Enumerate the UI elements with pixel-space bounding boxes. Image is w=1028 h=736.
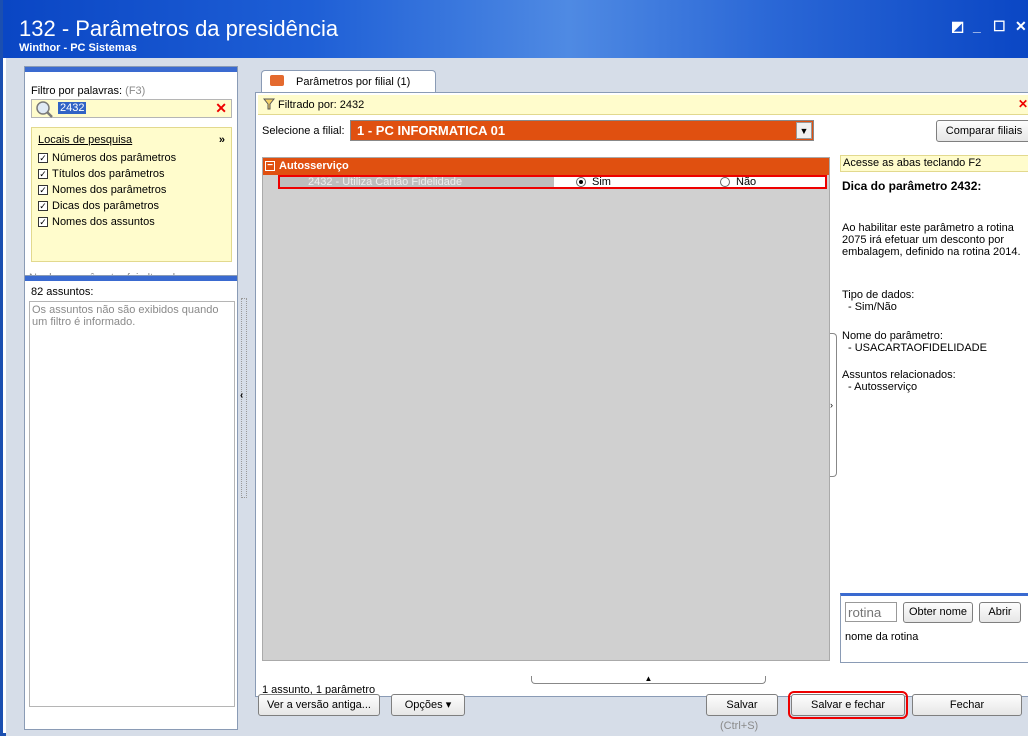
minimize-icon[interactable]: _ [973,18,981,34]
chevron-left-icon[interactable]: ‹ [240,390,243,401]
bottom-splitter[interactable]: ▲ [531,674,766,684]
option-assuntos[interactable]: ✓ Nomes dos assuntos [38,216,155,228]
params-grid: − Autosserviço 2432 - Utiliza Cartão Fid… [262,157,830,661]
chevron-down-icon[interactable]: ▼ [796,122,812,139]
related-value: - Autosserviço [848,381,918,393]
tabs-hint: Acesse as abas teclando F2 [840,155,1028,172]
param-name-label: Nome do parâmetro: [842,330,943,342]
maximize-icon[interactable]: ☐ [993,18,1006,35]
checkbox-icon[interactable]: ✓ [38,169,48,179]
option-nomes[interactable]: ✓ Nomes dos parâmetros [38,184,166,196]
window-body: Filtro por palavras: (F3) 2432 ✕ Locais … [6,58,1028,736]
param-row[interactable]: 2432 - Utiliza Cartão Fidelidade Sim Não [278,175,827,189]
routine-name: nome da rotina [845,631,919,643]
clear-search-icon[interactable]: ✕ [215,100,227,117]
tip-description: Ao habilitar este parâmetro a rotina 207… [842,222,1021,258]
related-label: Assuntos relacionados: [842,369,956,381]
filter-icon [263,98,275,110]
checkbox-icon[interactable]: ✓ [38,217,48,227]
branch-select[interactable]: 1 - PC INFORMATICA 01 ▼ [350,120,814,141]
close-icon[interactable]: ✕ [1015,18,1027,35]
routine-box: Obter nome Abrir nome da rotina [840,593,1028,663]
branch-label: Selecione a filial: [262,125,345,137]
search-input[interactable]: 2432 [58,102,87,114]
data-type-label: Tipo de dados: [842,289,915,301]
collapse-group-icon[interactable]: − [265,161,275,171]
save-and-close-button[interactable]: Salvar e fechar [788,691,908,719]
compare-branches-button[interactable]: Comparar filiais [936,120,1028,142]
clear-filter-icon[interactable]: ✕ [1018,97,1028,111]
checkbox-icon[interactable]: ✓ [38,201,48,211]
subjects-panel: 82 assuntos: Os assuntos não são exibido… [24,275,238,730]
search-icon [36,101,53,118]
routine-input[interactable] [845,602,897,622]
option-dicas[interactable]: ✓ Dicas dos parâmetros [38,200,159,212]
subjects-count: 82 assuntos: [31,286,94,298]
radio-nao-label: Não [736,176,757,188]
tab-parametros-por-filial[interactable]: Parâmetros por filial (1) [261,70,436,92]
main-window: 132 - Parâmetros da presidência Winthor … [0,0,1028,736]
chevron-right-icon[interactable]: › [830,400,833,410]
close-button[interactable]: Fechar [912,694,1022,716]
open-button[interactable]: Abrir [979,602,1021,623]
restore-icon[interactable]: ◩ [951,18,964,35]
param-name: 2432 - Utiliza Cartão Fidelidade [280,177,554,188]
get-name-button[interactable]: Obter nome [903,602,973,623]
filter-bar: Filtrado por: 2432 ✕ [258,95,1028,115]
filter-label: Filtro por palavras: (F3) [31,85,146,97]
subjects-list: Os assuntos não são exibidos quando um f… [29,301,235,707]
right-splitter[interactable]: › [830,333,837,477]
radio-sim[interactable] [576,177,586,187]
group-row[interactable]: − Autosserviço [263,158,829,175]
collapse-icon[interactable]: » [219,134,225,146]
checkbox-icon[interactable]: ✓ [38,153,48,163]
search-field[interactable]: 2432 ✕ [31,99,232,118]
save-shortcut: (Ctrl+S) [720,720,759,732]
radio-sim-label: Sim [592,176,611,188]
search-places-title[interactable]: Locais de pesquisa [38,134,132,146]
left-splitter[interactable]: ‹ [240,298,248,498]
old-version-button[interactable]: Ver a versão antiga... [258,694,380,716]
params-content: Filtrado por: 2432 ✕ Selecione a filial:… [255,92,1028,697]
checkbox-icon[interactable]: ✓ [38,185,48,195]
folder-icon [270,75,284,86]
tip-title: Dica do parâmetro 2432: [842,179,982,193]
search-places-box: Locais de pesquisa » ✓ Números dos parâme… [31,127,232,262]
chevron-up-icon[interactable]: ▲ [645,674,653,683]
option-numeros[interactable]: ✓ Números dos parâmetros [38,152,176,164]
option-titulos[interactable]: ✓ Títulos dos parâmetros [38,168,165,180]
radio-nao[interactable] [720,177,730,187]
window-title: 132 - Parâmetros da presidência [19,16,339,41]
window-subtitle: Winthor - PC Sistemas [19,42,137,54]
options-button[interactable]: Opções ▾ [391,694,465,716]
save-button[interactable]: Salvar [706,694,778,716]
data-type-value: - Sim/Não [848,301,897,313]
param-name-value: - USACARTAOFIDELIDADE [848,342,987,354]
title-bar: 132 - Parâmetros da presidência Winthor … [3,0,1028,58]
